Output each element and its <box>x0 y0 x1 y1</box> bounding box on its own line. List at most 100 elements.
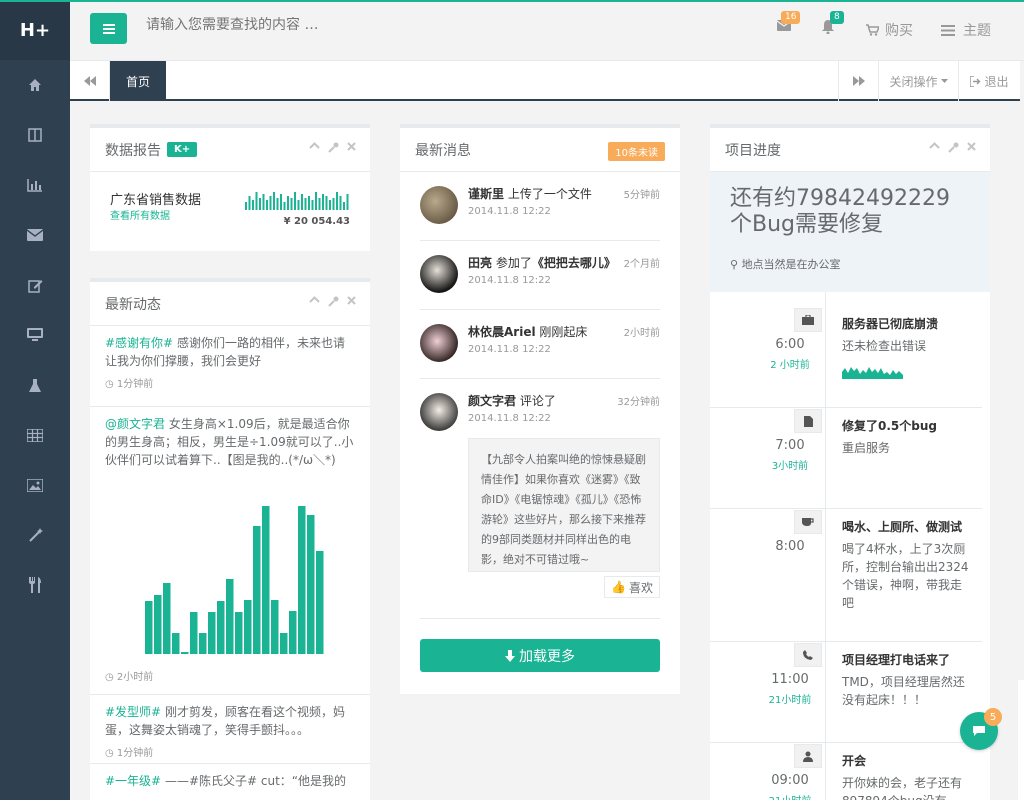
wrench-icon[interactable] <box>328 142 339 153</box>
project-progress-panel: 项目进度 还有约79842492229个Bug需要修复 ⚲ 地点当然是在办公室 … <box>710 124 990 800</box>
chart-bar <box>154 595 162 654</box>
avatar <box>420 324 458 362</box>
sparkline-bar <box>276 198 279 210</box>
chart-bar <box>226 579 234 654</box>
timeline-time: 8:00 <box>775 539 805 554</box>
view-all-data-link[interactable]: 查看所有数据 <box>110 207 170 222</box>
timeline-title: 项目经理打电话来了 <box>842 653 951 667</box>
tab-scroll-left-button[interactable] <box>70 61 110 101</box>
timeline-ago: 21小时前 <box>768 695 812 706</box>
magic-icon[interactable] <box>0 510 70 560</box>
message-item[interactable]: 林依晨Ariel 刚刚起床 2014.11.8 12:22 2小时前 <box>420 310 660 379</box>
timeline-text: 喝了4杯水，上了3次厕所，控制台输出出2324个错误，神啊，带我走吧 <box>842 542 969 610</box>
timeline-time: 6:00 <box>775 337 805 352</box>
sparkline-bar <box>287 196 289 210</box>
close-icon[interactable] <box>347 296 356 305</box>
map-marker-icon: ⚲ <box>730 258 739 271</box>
messages-menu[interactable]: 16 <box>777 11 801 31</box>
sparkline-bar <box>308 196 310 210</box>
search-input[interactable] <box>146 17 446 33</box>
chart-bar <box>244 600 252 654</box>
theme-link[interactable]: 主题 <box>941 20 991 40</box>
mail-count-badge: 16 <box>781 11 801 24</box>
buy-link[interactable]: 购买 <box>866 20 913 40</box>
table-icon[interactable] <box>0 410 70 460</box>
message-item[interactable]: 颜文字君 评论了 2014.11.8 12:22 32分钟前 【九部令人拍案叫绝… <box>420 379 660 619</box>
wrench-icon[interactable] <box>948 142 959 153</box>
hashtag[interactable]: #感谢有你# <box>105 336 173 350</box>
picture-icon[interactable] <box>0 460 70 510</box>
chevron-up-icon[interactable] <box>929 142 940 149</box>
logo: H+ <box>0 0 70 60</box>
message-ago: 32分钟前 <box>617 397 660 408</box>
message-date: 2014.11.8 12:22 <box>468 344 551 355</box>
wrench-icon[interactable] <box>328 296 339 307</box>
message-item[interactable]: 田亮 参加了《把把去哪儿》 2014.11.8 12:22 2个月前 <box>420 241 660 310</box>
backward-icon <box>83 76 96 86</box>
home-icon[interactable] <box>0 60 70 110</box>
activity-item: @颜文字君 女生身高×1.09后，就是最适合你的男生身高；相反，男生是÷1.09… <box>90 407 370 695</box>
menu-toggle-button[interactable] <box>90 13 127 44</box>
timeline-text: 开你妹的会，老子还有897894个bug没有 <box>842 776 963 800</box>
close-icon[interactable] <box>967 142 976 151</box>
logout-button[interactable]: 退出 <box>958 61 1020 101</box>
activity-panel: 最新动态 #感谢有你# 感谢你们一路的相伴，未来也请让我为你们撑腰，我们会更好 … <box>90 278 370 800</box>
data-report-body: 广东省销售数据 查看所有数据 ¥ 20 054.43 <box>90 172 370 251</box>
clock-icon: ◷ <box>105 748 114 759</box>
chart-bar <box>190 612 198 654</box>
close-operations-dropdown[interactable]: 关闭操作 <box>878 61 958 101</box>
chat-button[interactable]: 5 <box>960 708 1002 750</box>
load-more-button[interactable]: 加载更多 <box>420 639 660 672</box>
activity-text: ——#陈氏父子# cut：“他是我的 <box>161 774 346 788</box>
columns-icon[interactable] <box>0 110 70 160</box>
like-button[interactable]: 👍 喜欢 <box>604 576 660 598</box>
briefcase-icon <box>794 308 822 332</box>
timeline-title: 修复了0.5个bug <box>842 419 937 433</box>
hashtag[interactable]: #发型师# <box>105 705 161 719</box>
mention[interactable]: @颜文字君 <box>105 417 165 431</box>
notifications-menu[interactable]: 8 <box>822 11 844 34</box>
avatar <box>420 255 458 293</box>
scrollbar-thumb[interactable] <box>1018 680 1024 800</box>
timeline-time: 09:00 <box>771 773 809 788</box>
top-accent-line <box>0 0 1024 2</box>
chart-bar <box>199 633 207 654</box>
sparkline-bar <box>322 194 324 210</box>
sparkline-bar <box>248 196 251 210</box>
cutlery-icon[interactable] <box>0 560 70 610</box>
report-heading: 广东省销售数据 <box>110 193 202 208</box>
close-icon[interactable] <box>347 142 356 151</box>
sender-name: 田亮 <box>468 256 493 270</box>
chart-bar <box>217 601 225 654</box>
tab-home[interactable]: 首页 <box>110 61 166 101</box>
desktop-icon[interactable] <box>0 310 70 360</box>
activity-time: 1分钟前 <box>116 379 154 390</box>
chevron-up-icon[interactable] <box>309 296 320 303</box>
sparkline-bar <box>252 200 254 210</box>
envelope-icon[interactable] <box>0 210 70 260</box>
clock-icon: ◷ <box>105 672 114 683</box>
sparkline-bar <box>273 192 275 210</box>
timeline: 6:00 2 小时前 服务器已彻底崩溃 还未检查出错误 7:00 3小时前 修复… <box>710 292 990 800</box>
phone-icon <box>794 643 822 667</box>
message-target: 《把把去哪儿》 <box>531 256 616 270</box>
sparkline-bar <box>304 198 307 210</box>
flask-icon[interactable] <box>0 360 70 410</box>
activity-time: 2小时前 <box>116 672 154 683</box>
sparkline-bar <box>297 200 300 210</box>
comment-quote: 【九部令人拍案叫绝的惊悚悬疑剧情佳作】如果你喜欢《迷雾》《致命ID》《电锯惊魂》… <box>468 438 660 572</box>
tab-scroll-right-button[interactable] <box>838 61 878 101</box>
chevron-up-icon[interactable] <box>309 142 320 149</box>
sparkline-bar <box>245 202 247 210</box>
activity-item: #发型师# 刚才剪发，顾客在看这个视频，妈蛋，这舞姿太销魂了，笑得手颤抖。。。 … <box>90 695 370 764</box>
sparkline-bar <box>318 198 321 210</box>
chart-bar <box>235 612 243 654</box>
sender-name: 谨斯里 <box>468 187 505 201</box>
message-item[interactable]: 谨斯里 上传了一个文件 2014.11.8 12:22 5分钟前 <box>420 172 660 241</box>
bar-chart-icon[interactable] <box>0 160 70 210</box>
forward-icon <box>852 76 865 86</box>
hashtag[interactable]: #一年级# <box>105 774 161 788</box>
clock-icon: ◷ <box>105 379 114 390</box>
timeline-text: TMD，项目经理居然还没有起床！！！ <box>842 675 965 707</box>
edit-icon[interactable] <box>0 260 70 310</box>
